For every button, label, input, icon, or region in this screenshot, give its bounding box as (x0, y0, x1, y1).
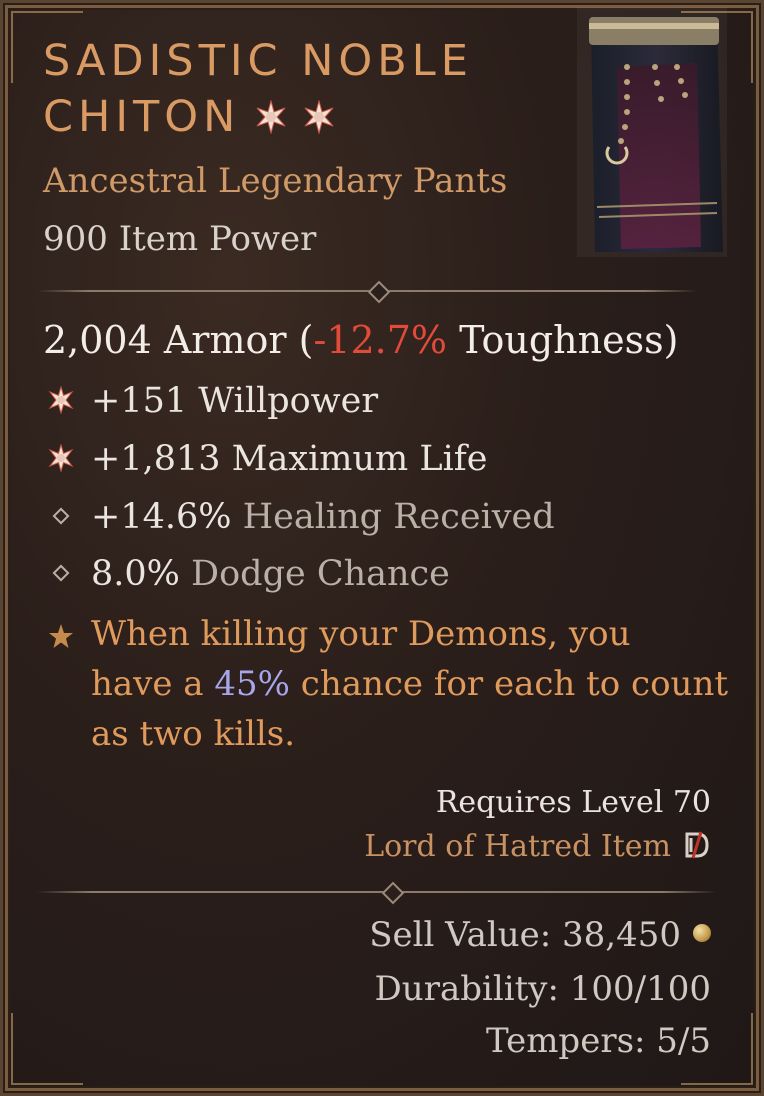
toughness-label: Toughness) (447, 318, 679, 362)
aspect-line-2-pre: have a (91, 664, 215, 704)
expansion-logo-icon (685, 831, 709, 859)
affix-label: Willpower (187, 381, 379, 421)
item-name-line-2: CHITON (43, 89, 543, 145)
frame-corner-bottom-left (11, 1013, 83, 1085)
expansion-tag: Lord of Hatred Item (364, 829, 711, 864)
divider-ornament (381, 881, 405, 905)
affix-label: Healing Received (231, 497, 555, 537)
aspect-line-1: When killing your Demons, you (91, 614, 631, 654)
section-divider (37, 280, 697, 304)
gold-coin-icon (693, 924, 711, 942)
expansion-label: Lord of Hatred Item (364, 829, 671, 864)
sell-value-text: Sell Value: 38,450 (369, 915, 681, 955)
greater-affix-icon (48, 444, 74, 472)
level-requirement: Requires Level 70 (435, 785, 711, 820)
aspect-line-2-post: chance for each to count (289, 664, 729, 704)
legendary-aspect-text: When killing your Demons, you have a 45%… (91, 609, 728, 759)
item-name: SADISTIC NOBLE CHITON (43, 33, 543, 145)
aspect-line-3: as two kills. (91, 714, 296, 754)
affix-row: 8.0% Dodge Chance (47, 554, 450, 598)
tempers: Tempers: 5/5 (486, 1021, 711, 1061)
greater-affix-icon (48, 386, 74, 414)
item-type: Ancestral Legendary Pants (43, 161, 508, 201)
sell-value: Sell Value: 38,450 (369, 915, 711, 955)
aspect-chance-value: 45% (214, 664, 290, 704)
section-divider (37, 881, 717, 905)
item-power: 900 Item Power (43, 219, 317, 259)
affix-value: 8.0% (91, 554, 180, 594)
item-name-line-2-text: CHITON (43, 92, 241, 142)
pants-item-image (577, 7, 727, 257)
affix-label: Dodge Chance (179, 554, 450, 594)
affix-row: +151 Willpower (47, 381, 378, 425)
greater-affix-star-icon (304, 100, 334, 134)
affix-value: +1,813 (91, 439, 221, 479)
affix-value: +14.6% (91, 497, 232, 537)
aspect-line-2: have a 45% chance for each to count (91, 659, 728, 709)
affix-label: Maximum Life (220, 439, 488, 479)
legendary-aspect-star-icon (49, 624, 73, 648)
durability: Durability: 100/100 (374, 969, 711, 1009)
affix-value: +151 (91, 381, 188, 421)
item-name-line-1: SADISTIC NOBLE (43, 36, 473, 86)
armor-stat: 2,004 Armor (-12.7% Toughness) (43, 318, 678, 362)
affix-row: +14.6% Healing Received (47, 497, 555, 541)
item-tooltip: SADISTIC NOBLE CHITON Ancestral Legendar… (0, 0, 764, 1096)
affix-row: +1,813 Maximum Life (47, 439, 487, 483)
divider-ornament (367, 280, 391, 304)
affix-diamond-icon (52, 564, 70, 582)
greater-affix-star-icon (256, 100, 286, 134)
affix-diamond-icon (52, 507, 70, 525)
armor-value: 2,004 Armor ( (43, 318, 314, 362)
toughness-change: -12.7% (313, 318, 448, 362)
